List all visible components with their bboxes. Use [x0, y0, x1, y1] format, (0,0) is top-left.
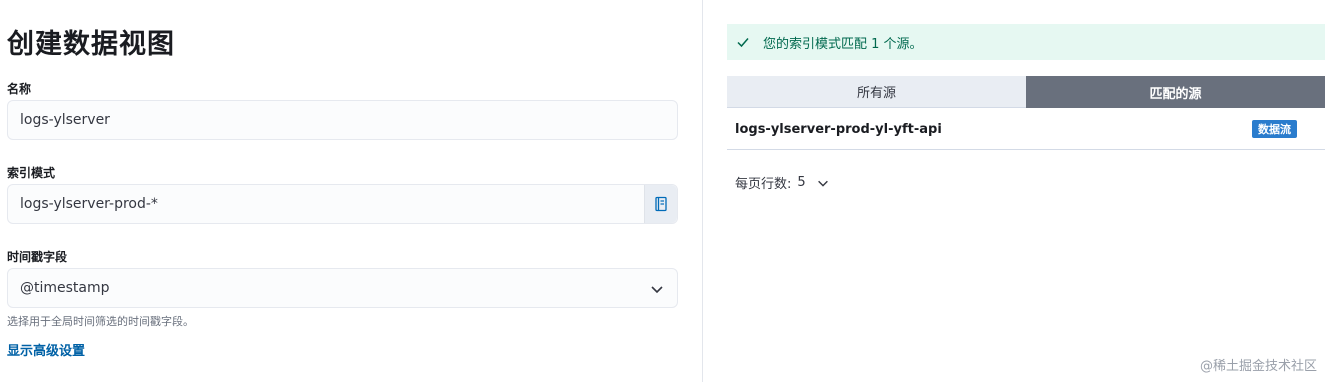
book-icon: [655, 196, 667, 212]
chevron-down-icon: [817, 180, 828, 187]
index-pattern-value: logs-ylserver-prod-*: [20, 196, 158, 212]
data-stream-badge: 数据流: [1252, 120, 1297, 138]
rows-per-page-label: 每页行数:: [735, 177, 792, 192]
timestamp-value: @timestamp: [20, 280, 110, 296]
match-callout: 您的索引模式匹配 1 个源。: [727, 24, 1325, 60]
create-data-view-form: 创建数据视图 名称 logs-ylserver 索引模式 logs-ylserv…: [0, 0, 703, 382]
tab-label: 匹配的源: [1149, 86, 1202, 102]
name-label: 名称: [7, 82, 32, 96]
source-name: logs-ylserver-prod-yl-yft-api: [735, 121, 942, 137]
name-field[interactable]: logs-ylserver: [7, 100, 678, 140]
timestamp-help-text: 选择用于全局时间筛选的时间戳字段。: [7, 315, 194, 328]
watermark: @稀土掘金技术社区: [1199, 359, 1317, 374]
check-icon: [737, 38, 749, 48]
timestamp-select[interactable]: @timestamp: [7, 268, 678, 308]
preview-panel: 您的索引模式匹配 1 个源。 所有源 匹配的源 logs-ylserver-pr…: [703, 0, 1325, 382]
page-title: 创建数据视图: [7, 29, 175, 60]
timestamp-label: 时间戳字段: [7, 250, 68, 264]
rows-per-page-button[interactable]: 每页行数: 5: [735, 173, 830, 192]
table-row: logs-ylserver-prod-yl-yft-api 数据流: [727, 109, 1325, 150]
index-pattern-label: 索引模式: [7, 166, 56, 180]
index-pattern-field[interactable]: logs-ylserver-prod-*: [7, 184, 678, 224]
tab-all-sources[interactable]: 所有源: [727, 76, 1026, 108]
chevron-down-icon: [651, 286, 663, 294]
rows-per-page-value: 5: [797, 175, 806, 190]
index-pattern-help-button[interactable]: [644, 185, 677, 223]
show-advanced-settings-link[interactable]: 显示高级设置: [7, 340, 85, 359]
tab-matched-sources[interactable]: 匹配的源: [1026, 76, 1325, 108]
tab-label: 所有源: [856, 86, 896, 101]
name-value: logs-ylserver: [20, 112, 110, 128]
callout-text: 您的索引模式匹配 1 个源。: [763, 36, 923, 52]
source-tabs: 所有源 匹配的源: [727, 76, 1325, 108]
